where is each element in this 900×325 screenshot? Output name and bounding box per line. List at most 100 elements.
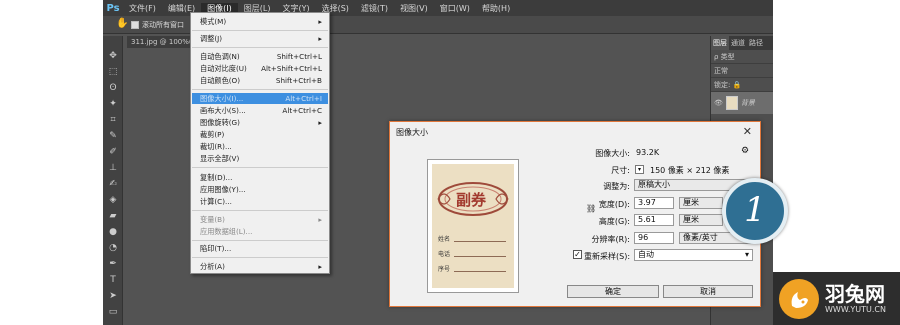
resample-select[interactable]: 自动 ▾ (634, 249, 753, 261)
tools-panel: ✥ ⬚ ʘ ✦ ⌗ ✎ ✐ ⊥ ✍ ◈ ▰ ● ◔ ✒ T ➤ ▭ (103, 36, 123, 325)
menu-help[interactable]: 帮助(H) (476, 3, 516, 14)
image-size-value: 93.2K (636, 148, 660, 157)
eye-icon[interactable]: 👁 (714, 99, 723, 107)
menu-item-calculations[interactable]: 计算(C)... (192, 196, 328, 207)
tab-channels[interactable]: 通道 (729, 36, 747, 50)
path-select-icon[interactable]: ➤ (107, 290, 119, 302)
menu-item-reveal-all[interactable]: 显示全部(V) (192, 153, 328, 164)
tab-paths[interactable]: 路径 (747, 36, 765, 50)
history-brush-icon[interactable]: ✍ (107, 178, 119, 190)
eyedropper-icon[interactable]: ✎ (107, 130, 119, 142)
blur-icon[interactable]: ● (107, 226, 119, 238)
brand-watermark: 羽兔网 WWW.YUTU.CN (773, 272, 900, 325)
ps-logo: Ps (106, 2, 120, 14)
preview-field-phone: 电话 (438, 251, 451, 258)
preview-card: 副券 姓名 电话 序号 (432, 164, 514, 288)
preview-field-serial: 序号 (438, 266, 451, 273)
resolution-label: 分辨率(R): (591, 235, 631, 244)
lock-row: 锁定: 🔒 (711, 78, 773, 92)
menu-divider (192, 47, 328, 48)
resample-label: 重新采样(S): (584, 252, 631, 261)
filter-icon: ρ (714, 53, 721, 61)
resolution-field[interactable]: 96 (634, 232, 674, 244)
brush-icon[interactable]: ✐ (107, 146, 119, 158)
dialog-title: 图像大小 (396, 128, 428, 137)
menu-item-image-size[interactable]: 图像大小(I)... Alt+Ctrl+I (192, 93, 328, 104)
menu-item-crop[interactable]: 裁剪(P) (192, 129, 328, 140)
close-icon[interactable]: ✕ (743, 125, 752, 138)
menu-item-trap[interactable]: 陷印(T)... (192, 243, 328, 254)
step-badge: 1 (722, 178, 788, 244)
menu-item-adjust[interactable]: 调整(J) ▸ (192, 33, 328, 44)
hand-tool-icon: ✋ (116, 18, 129, 29)
menu-divider (192, 167, 328, 168)
scroll-all-checkbox[interactable] (131, 20, 139, 29)
menu-item-mode[interactable]: 模式(M) ▸ (192, 16, 328, 27)
height-unit-select[interactable]: 厘米 (679, 214, 723, 226)
menu-item-analysis[interactable]: 分析(A) ▸ (192, 261, 328, 272)
width-label: 宽度(D): (598, 200, 630, 209)
image-menu: 模式(M) ▸ 调整(J) ▸ 自动色调(N) Shift+Ctrl+L 自动对比度(… (190, 12, 330, 274)
pen-icon[interactable]: ✒ (107, 258, 119, 270)
height-label: 高度(G): (598, 217, 630, 226)
lock-icon[interactable]: 🔒 (733, 81, 742, 89)
preview-line (454, 241, 506, 242)
resample-checkbox[interactable]: ✓ (573, 250, 582, 259)
menu-item-trim[interactable]: 裁切(R)... (192, 141, 328, 152)
height-field[interactable]: 5.61 (634, 214, 674, 226)
width-unit-select[interactable]: 厘米 (679, 197, 723, 209)
blend-mode-select[interactable]: 正常 (711, 64, 773, 78)
menu-divider (192, 240, 328, 241)
menu-file[interactable]: 文件(F) (123, 3, 162, 14)
tab-layers[interactable]: 图层 (711, 36, 729, 50)
menu-item-auto-color[interactable]: 自动颜色(O) Shift+Ctrl+B (192, 75, 328, 86)
layer-name: 背景 (740, 99, 755, 107)
menu-divider (192, 210, 328, 211)
dodge-icon[interactable]: ◔ (107, 242, 119, 254)
gear-icon[interactable]: ⚙ (741, 146, 749, 156)
stamp-icon[interactable]: ⊥ (107, 162, 119, 174)
menu-view[interactable]: 视图(V) (394, 3, 434, 14)
menu-item-variables[interactable]: 变量(B) ▸ (192, 214, 328, 225)
brand-name: 羽兔网 (825, 282, 885, 306)
brand-url: WWW.YUTU.CN (825, 305, 886, 314)
menu-item-apply-image[interactable]: 应用图像(Y)... (192, 184, 328, 195)
menu-divider (192, 89, 328, 90)
preview-line (454, 271, 506, 272)
menu-item-auto-tone[interactable]: 自动色调(N) Shift+Ctrl+L (192, 51, 328, 62)
lasso-icon[interactable]: ʘ (107, 82, 119, 94)
menu-window[interactable]: 窗口(W) (434, 3, 476, 14)
dimensions-dropdown-icon[interactable]: ▾ (635, 165, 644, 174)
scroll-all-label: 滚动所有窗口 (142, 20, 184, 29)
ok-button[interactable]: 确定 (567, 285, 659, 298)
marquee-icon[interactable]: ⬚ (107, 66, 119, 78)
menu-item-canvas-size[interactable]: 画布大小(S)... Alt+Ctrl+C (192, 105, 328, 116)
layer-thumbnail (725, 96, 738, 110)
fit-to-label: 调整为: (603, 182, 630, 191)
menu-divider (192, 257, 328, 258)
width-field[interactable]: 3.97 (634, 197, 674, 209)
menu-item-rotate[interactable]: 图像旋转(G) ▸ (192, 117, 328, 128)
layer-row[interactable]: 👁 背景 (711, 92, 773, 114)
preview-line (454, 256, 506, 257)
menu-filter[interactable]: 滤镜(T) (355, 3, 394, 14)
gradient-icon[interactable]: ▰ (107, 210, 119, 222)
menu-item-duplicate[interactable]: 复制(D)... (192, 172, 328, 183)
type-icon[interactable]: T (107, 274, 119, 286)
image-size-label: 图像大小: (595, 149, 630, 158)
menu-item-apply-data-set[interactable]: 应用数据组(L)... (192, 226, 328, 237)
crop-icon[interactable]: ⌗ (107, 114, 119, 126)
eraser-icon[interactable]: ◈ (107, 194, 119, 206)
rabbit-logo-icon (779, 278, 819, 319)
preview-title: 副券 (456, 191, 487, 209)
menu-divider (192, 30, 328, 31)
menu-item-auto-contrast[interactable]: 自动对比度(U) Alt+Shift+Ctrl+L (192, 63, 328, 74)
layer-kind-filter[interactable]: ρ 类型 (711, 50, 773, 64)
chevron-down-icon: ▾ (744, 250, 749, 259)
move-icon[interactable]: ✥ (107, 50, 119, 62)
shape-icon[interactable]: ▭ (107, 306, 119, 318)
dimensions-value: 150 像素 × 212 像素 (650, 166, 730, 175)
wand-icon[interactable]: ✦ (107, 98, 119, 110)
cancel-button[interactable]: 取消 (663, 285, 753, 298)
preview-field-name: 姓名 (438, 236, 451, 243)
